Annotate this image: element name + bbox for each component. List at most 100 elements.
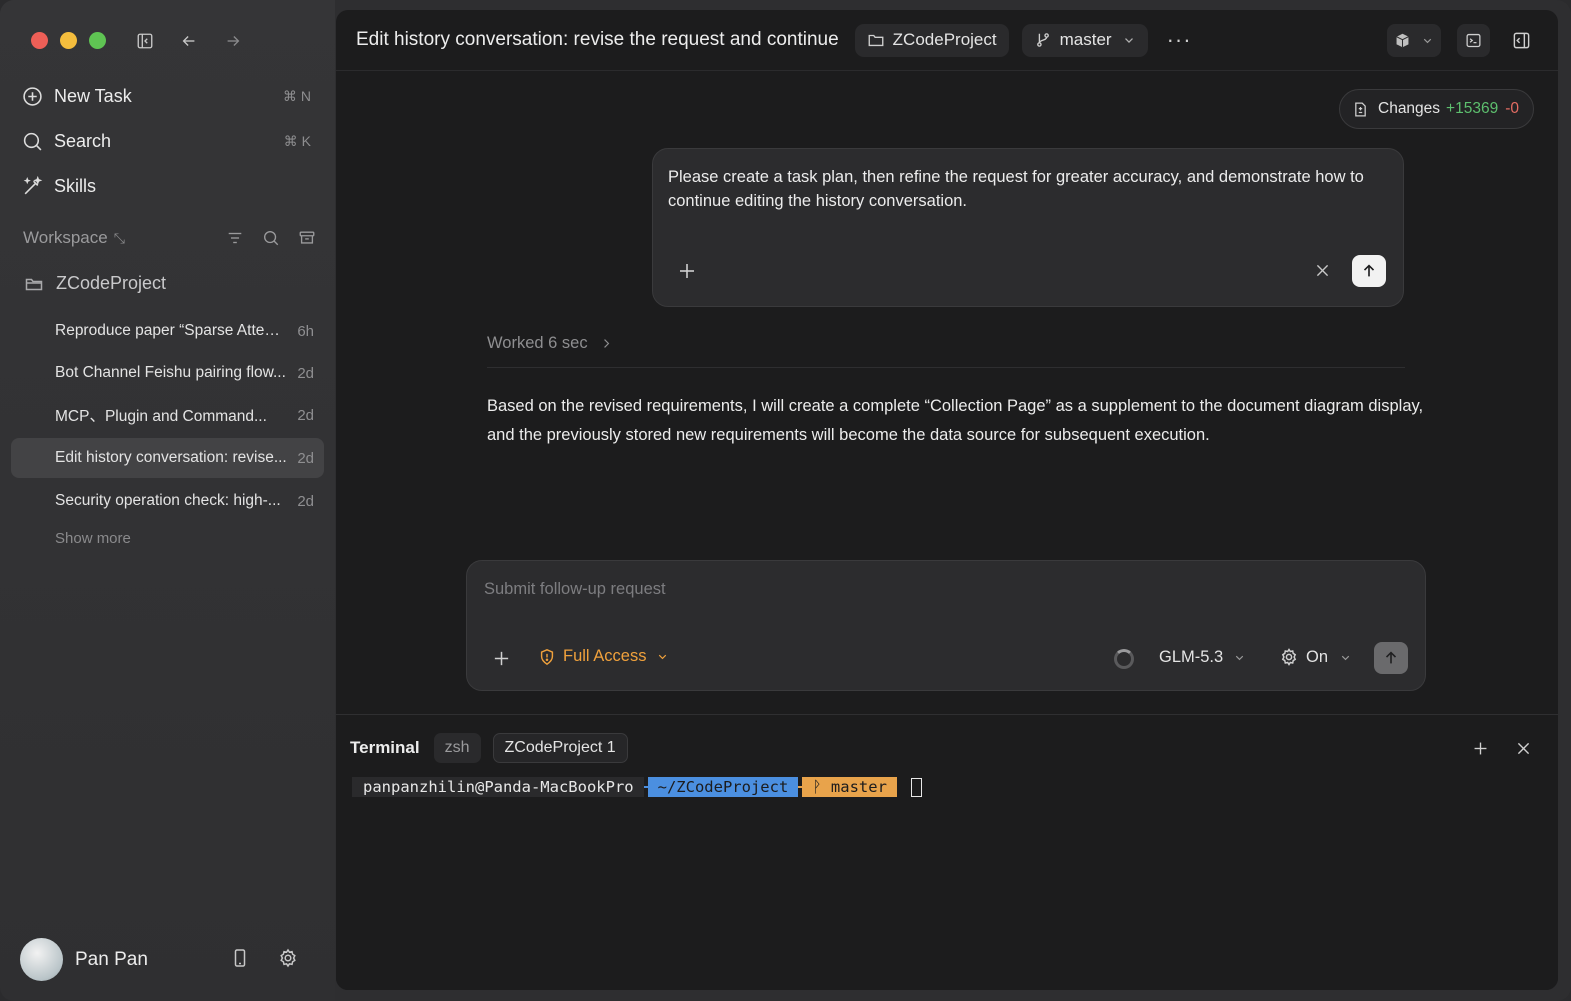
close-window-button[interactable]: [31, 32, 48, 49]
thread-item-active[interactable]: Edit history conversation: revise... 2d: [11, 438, 324, 478]
environment-selector[interactable]: [1387, 24, 1441, 57]
thread-age: 2d: [297, 364, 314, 382]
thread-item[interactable]: MCP、Plugin and Command... 2d: [11, 395, 324, 435]
folder-icon: [868, 34, 884, 47]
new-task-shortcut: ⌘ N: [283, 87, 311, 104]
forward-button[interactable]: [220, 28, 246, 54]
folder-open-icon: [25, 278, 43, 290]
plus-icon: [494, 651, 509, 666]
prompt-user: panpanzhilin@Panda-MacBookPro: [352, 777, 644, 797]
loading-spinner-icon: [1114, 649, 1134, 669]
shield-icon: [540, 648, 554, 665]
prompt-branch: ᚹ master: [802, 777, 897, 797]
new-task-button[interactable]: New Task ⌘ N: [22, 80, 317, 112]
new-terminal-icon[interactable]: [1472, 740, 1489, 757]
git-branch-icon: [1036, 33, 1049, 47]
cube-icon: [1396, 33, 1409, 48]
divider: [487, 367, 1405, 368]
app-window: New Task ⌘ N Search ⌘ K Skills Workspace…: [0, 0, 1571, 1001]
skills-button[interactable]: Skills: [22, 170, 317, 202]
attach-button[interactable]: [492, 649, 511, 673]
conversation-title: Edit history conversation: revise the re…: [356, 29, 839, 50]
chevron-down-icon: [1236, 655, 1244, 661]
project-selector-label: ZCodeProject: [892, 30, 997, 49]
minimize-window-button[interactable]: [60, 32, 77, 49]
thread-item[interactable]: Security operation check: high-... 2d: [11, 481, 324, 521]
followup-input[interactable]: Submit follow-up request: [484, 580, 666, 599]
terminal-panel: Terminal zsh ZCodeProject 1 panpanzhilin…: [336, 714, 1558, 990]
skills-label: Skills: [54, 175, 97, 196]
worked-label: Worked 6 sec: [487, 334, 588, 352]
new-task-label: New Task: [54, 85, 132, 106]
thread-item[interactable]: Bot Channel Feishu pairing flow... 2d: [11, 353, 324, 393]
show-more-link[interactable]: Show more: [55, 530, 131, 547]
user-name: Pan Pan: [75, 948, 148, 970]
plus-icon: [680, 264, 694, 278]
chevron-down-icon: [1423, 38, 1432, 44]
thread-age: 2d: [297, 492, 314, 510]
toggle-right-panel-button[interactable]: [1506, 26, 1536, 56]
terminal-tabs: Terminal zsh ZCodeProject 1: [350, 733, 628, 763]
project-name: ZCodeProject: [56, 273, 167, 293]
close-terminal-icon[interactable]: [1515, 740, 1532, 757]
main-panel: Edit history conversation: revise the re…: [336, 10, 1558, 990]
thinking-toggle[interactable]: On: [1279, 647, 1352, 667]
send-followup-button[interactable]: [1374, 642, 1408, 674]
edit-message-text[interactable]: Please create a task plan, then refine t…: [668, 165, 1378, 213]
panel-right-icon: [1513, 32, 1529, 49]
search-threads-icon[interactable]: [262, 229, 280, 247]
collapse-arrows-icon[interactable]: ⤡: [114, 230, 125, 247]
mobile-device-icon[interactable]: [230, 948, 250, 968]
thread-title: Reproduce paper “Sparse Attenti...: [55, 322, 287, 339]
arrow-left-icon: [182, 36, 195, 46]
project-folder[interactable]: ZCodeProject: [24, 273, 166, 294]
filter-icon[interactable]: [226, 229, 244, 247]
user-profile[interactable]: Pan Pan: [20, 938, 148, 981]
thread-title: MCP、Plugin and Command...: [55, 408, 267, 425]
attach-button[interactable]: [677, 261, 697, 286]
terminal-window-icon: [1466, 33, 1481, 48]
sidebar: New Task ⌘ N Search ⌘ K Skills Workspace…: [0, 0, 335, 1001]
search-button[interactable]: Search ⌘ K: [22, 125, 317, 157]
arrow-right-icon: [227, 36, 240, 46]
terminal-prompt[interactable]: panpanzhilin@Panda-MacBookPro ~/ZCodePro…: [352, 776, 922, 798]
archive-icon[interactable]: [298, 229, 316, 247]
brain-gear-icon: [1281, 648, 1297, 666]
gear-icon[interactable]: [278, 948, 298, 968]
edit-message-box[interactable]: Please create a task plan, then refine t…: [652, 148, 1404, 307]
cancel-edit-button[interactable]: [1314, 262, 1331, 284]
model-selector[interactable]: GLM-5.3: [1159, 648, 1246, 667]
avatar[interactable]: [20, 938, 63, 981]
thread-title: Security operation check: high-...: [55, 492, 281, 509]
thinking-label: On: [1306, 647, 1329, 666]
access-level-label: Full Access: [563, 647, 647, 665]
chevron-right-icon: [603, 339, 609, 348]
arrow-up-icon: [1385, 651, 1397, 664]
submit-edit-button[interactable]: [1352, 255, 1386, 287]
back-button[interactable]: [176, 28, 202, 54]
search-shortcut: ⌘ K: [283, 132, 311, 149]
thread-item[interactable]: Reproduce paper “Sparse Attenti... 6h: [11, 311, 324, 351]
lines-added: +15369: [1446, 100, 1499, 117]
worked-duration-toggle[interactable]: Worked 6 sec: [487, 334, 613, 353]
followup-composer[interactable]: Submit follow-up request Full Access GLM…: [466, 560, 1426, 691]
tab-zcodeproject[interactable]: ZCodeProject 1: [492, 733, 628, 763]
window-controls: [31, 32, 106, 49]
branch-selector[interactable]: master: [1021, 23, 1148, 57]
toggle-sidebar-button[interactable]: [132, 28, 158, 54]
model-label: GLM-5.3: [1159, 648, 1224, 666]
sidebar-collapse-icon: [137, 33, 153, 49]
prompt-directory: ~/ZCodeProject: [647, 777, 799, 797]
prompt-separator: [896, 786, 905, 788]
changes-button[interactable]: Changes +15369 -0: [1339, 89, 1534, 129]
search-icon: [22, 130, 44, 152]
more-options-button[interactable]: ···: [1167, 27, 1192, 53]
tab-zsh[interactable]: zsh: [433, 733, 481, 763]
zoom-window-button[interactable]: [89, 32, 106, 49]
access-level-selector[interactable]: Full Access: [538, 647, 669, 666]
terminal-cursor: [910, 777, 922, 797]
thread-title: Edit history conversation: revise...: [55, 449, 287, 466]
project-selector[interactable]: ZCodeProject: [854, 23, 1009, 57]
top-bar: Edit history conversation: revise the re…: [336, 10, 1558, 71]
terminal-toggle-button[interactable]: [1457, 24, 1490, 57]
